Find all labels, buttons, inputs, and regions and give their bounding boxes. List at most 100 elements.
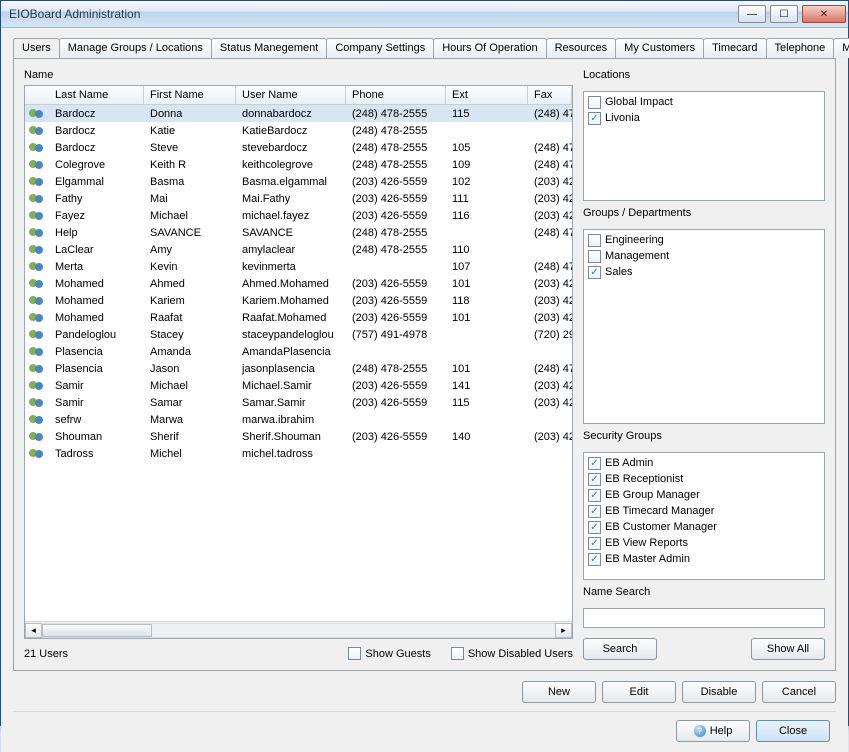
- col-header-first[interactable]: First Name: [144, 86, 236, 104]
- table-row[interactable]: MohamedRaafatRaafat.Mohamed(203) 426-555…: [25, 309, 572, 326]
- table-row[interactable]: BardoczStevestevebardocz(248) 478-255510…: [25, 139, 572, 156]
- list-item[interactable]: ✓EB View Reports: [588, 535, 820, 551]
- users-icon: [29, 108, 45, 119]
- titlebar[interactable]: EIOBoard Administration — ☐ ✕: [1, 1, 848, 28]
- checkbox-icon: ✓: [588, 521, 601, 534]
- show-disabled-checkbox[interactable]: Show Disabled Users: [451, 647, 573, 660]
- table-row[interactable]: MertaKevinkevinmerta107(248) 47: [25, 258, 572, 275]
- tab-my-customers[interactable]: My Customers: [615, 38, 704, 58]
- locations-label: Locations: [583, 69, 825, 81]
- show-all-button[interactable]: Show All: [751, 638, 825, 660]
- help-icon: ?: [694, 725, 706, 737]
- close-button[interactable]: Close: [756, 720, 830, 742]
- show-guests-checkbox[interactable]: Show Guests: [348, 647, 430, 660]
- table-row[interactable]: FathyMaiMai.Fathy(203) 426-5559111(203) …: [25, 190, 572, 207]
- help-button[interactable]: ?Help: [676, 720, 750, 742]
- table-row[interactable]: PlasenciaAmandaAmandaPlasencia: [25, 343, 572, 360]
- security-label: Security Groups: [583, 430, 825, 442]
- tab-hours-of-operation[interactable]: Hours Of Operation: [433, 38, 546, 58]
- table-row[interactable]: PlasenciaJasonjasonplasencia(248) 478-25…: [25, 360, 572, 377]
- table-row[interactable]: FayezMichaelmichael.fayez(203) 426-55591…: [25, 207, 572, 224]
- edit-button[interactable]: Edit: [602, 681, 676, 703]
- list-item[interactable]: ✓EB Admin: [588, 455, 820, 471]
- list-item[interactable]: ✓EB Group Manager: [588, 487, 820, 503]
- table-row[interactable]: SamirSamarSamar.Samir(203) 426-5559115(2…: [25, 394, 572, 411]
- tab-users[interactable]: Users: [13, 38, 60, 58]
- checkbox-icon: [588, 234, 601, 247]
- table-row[interactable]: ElgammalBasmaBasma.elgammal(203) 426-555…: [25, 173, 572, 190]
- table-row[interactable]: BardoczDonnadonnabardocz(248) 478-255511…: [25, 105, 572, 122]
- left-bottom-row: 21 Users Show Guests Show Disabled Users: [24, 647, 573, 660]
- cancel-button[interactable]: Cancel: [762, 681, 836, 703]
- list-item[interactable]: Global Impact: [588, 94, 820, 110]
- scroll-left-button[interactable]: ◂: [25, 623, 42, 638]
- tab-timecard[interactable]: Timecard: [703, 38, 766, 58]
- table-row[interactable]: ColegroveKeith Rkeithcolegrove(248) 478-…: [25, 156, 572, 173]
- checkbox-icon: ✓: [588, 473, 601, 486]
- users-icon: [29, 397, 45, 408]
- table-row[interactable]: MohamedAhmedAhmed.Mohamed(203) 426-55591…: [25, 275, 572, 292]
- users-grid[interactable]: Last Name First Name User Name Phone Ext…: [24, 85, 573, 639]
- grid-header[interactable]: Last Name First Name User Name Phone Ext…: [25, 86, 572, 105]
- name-section-label: Name: [24, 69, 573, 81]
- tab-telephone[interactable]: Telephone: [766, 38, 835, 58]
- list-item[interactable]: Management: [588, 248, 820, 264]
- table-row[interactable]: MohamedKariemKariem.Mohamed(203) 426-555…: [25, 292, 572, 309]
- scroll-thumb[interactable]: [42, 624, 152, 637]
- security-list[interactable]: ✓EB Admin✓EB Receptionist✓EB Group Manag…: [583, 452, 825, 580]
- checkbox-icon: ✓: [588, 537, 601, 550]
- table-row[interactable]: sefrwMarwamarwa.ibrahim: [25, 411, 572, 428]
- list-item[interactable]: ✓Livonia: [588, 110, 820, 126]
- disable-button[interactable]: Disable: [682, 681, 756, 703]
- col-header-last[interactable]: Last Name: [49, 86, 144, 104]
- tab-company-settings[interactable]: Company Settings: [326, 38, 434, 58]
- table-row[interactable]: PandeloglouStaceystaceypandeloglou(757) …: [25, 326, 572, 343]
- list-item[interactable]: ✓EB Timecard Manager: [588, 503, 820, 519]
- grid-hscrollbar[interactable]: ◂ ▸: [25, 621, 572, 638]
- list-item[interactable]: ✓EB Customer Manager: [588, 519, 820, 535]
- table-row[interactable]: TadrossMichelmichel.tadross: [25, 445, 572, 462]
- tab-marquee[interactable]: Marquee: [833, 38, 849, 58]
- list-item[interactable]: Engineering: [588, 232, 820, 248]
- locations-list[interactable]: Global Impact✓Livonia: [583, 91, 825, 201]
- col-header-phone[interactable]: Phone: [346, 86, 446, 104]
- col-header-ext[interactable]: Ext: [446, 86, 528, 104]
- search-button[interactable]: Search: [583, 638, 657, 660]
- table-row[interactable]: BardoczKatieKatieBardocz(248) 478-2555: [25, 122, 572, 139]
- checkbox-icon: ✓: [588, 112, 601, 125]
- users-icon: [29, 176, 45, 187]
- maximize-button[interactable]: ☐: [770, 5, 798, 23]
- users-icon: [29, 380, 45, 391]
- checkbox-icon: [588, 250, 601, 263]
- list-item[interactable]: ✓Sales: [588, 264, 820, 280]
- users-icon: [29, 278, 45, 289]
- action-row: New Edit Disable Cancel: [13, 681, 836, 703]
- tab-manage-groups-locations[interactable]: Manage Groups / Locations: [59, 38, 212, 58]
- users-icon: [29, 346, 45, 357]
- scroll-right-button[interactable]: ▸: [555, 623, 572, 638]
- users-icon: [29, 448, 45, 459]
- checkbox-icon: ✓: [588, 266, 601, 279]
- list-item[interactable]: ✓EB Master Admin: [588, 551, 820, 567]
- name-search-input[interactable]: [583, 608, 825, 628]
- new-button[interactable]: New: [522, 681, 596, 703]
- table-row[interactable]: SamirMichaelMichael.Samir(203) 426-55591…: [25, 377, 572, 394]
- admin-window: EIOBoard Administration — ☐ ✕ UsersManag…: [0, 0, 849, 726]
- table-row[interactable]: ShoumanSherifSherif.Shouman(203) 426-555…: [25, 428, 572, 445]
- scroll-track[interactable]: [42, 623, 555, 638]
- grid-body[interactable]: BardoczDonnadonnabardocz(248) 478-255511…: [25, 105, 572, 621]
- table-row[interactable]: LaClearAmyamylaclear(248) 478-2555110: [25, 241, 572, 258]
- window-title: EIOBoard Administration: [9, 7, 140, 21]
- col-header-user[interactable]: User Name: [236, 86, 346, 104]
- window-close-button[interactable]: ✕: [802, 5, 846, 23]
- minimize-button[interactable]: —: [738, 5, 766, 23]
- list-item[interactable]: ✓EB Receptionist: [588, 471, 820, 487]
- users-icon: [29, 312, 45, 323]
- users-icon: [29, 142, 45, 153]
- checkbox-icon: [348, 647, 361, 660]
- tab-status-manegement[interactable]: Status Manegement: [211, 38, 327, 58]
- tab-resources[interactable]: Resources: [546, 38, 617, 58]
- table-row[interactable]: HelpSAVANCESAVANCE(248) 478-2555(248) 47: [25, 224, 572, 241]
- groups-list[interactable]: EngineeringManagement✓Sales: [583, 229, 825, 424]
- col-header-fax[interactable]: Fax: [528, 86, 572, 104]
